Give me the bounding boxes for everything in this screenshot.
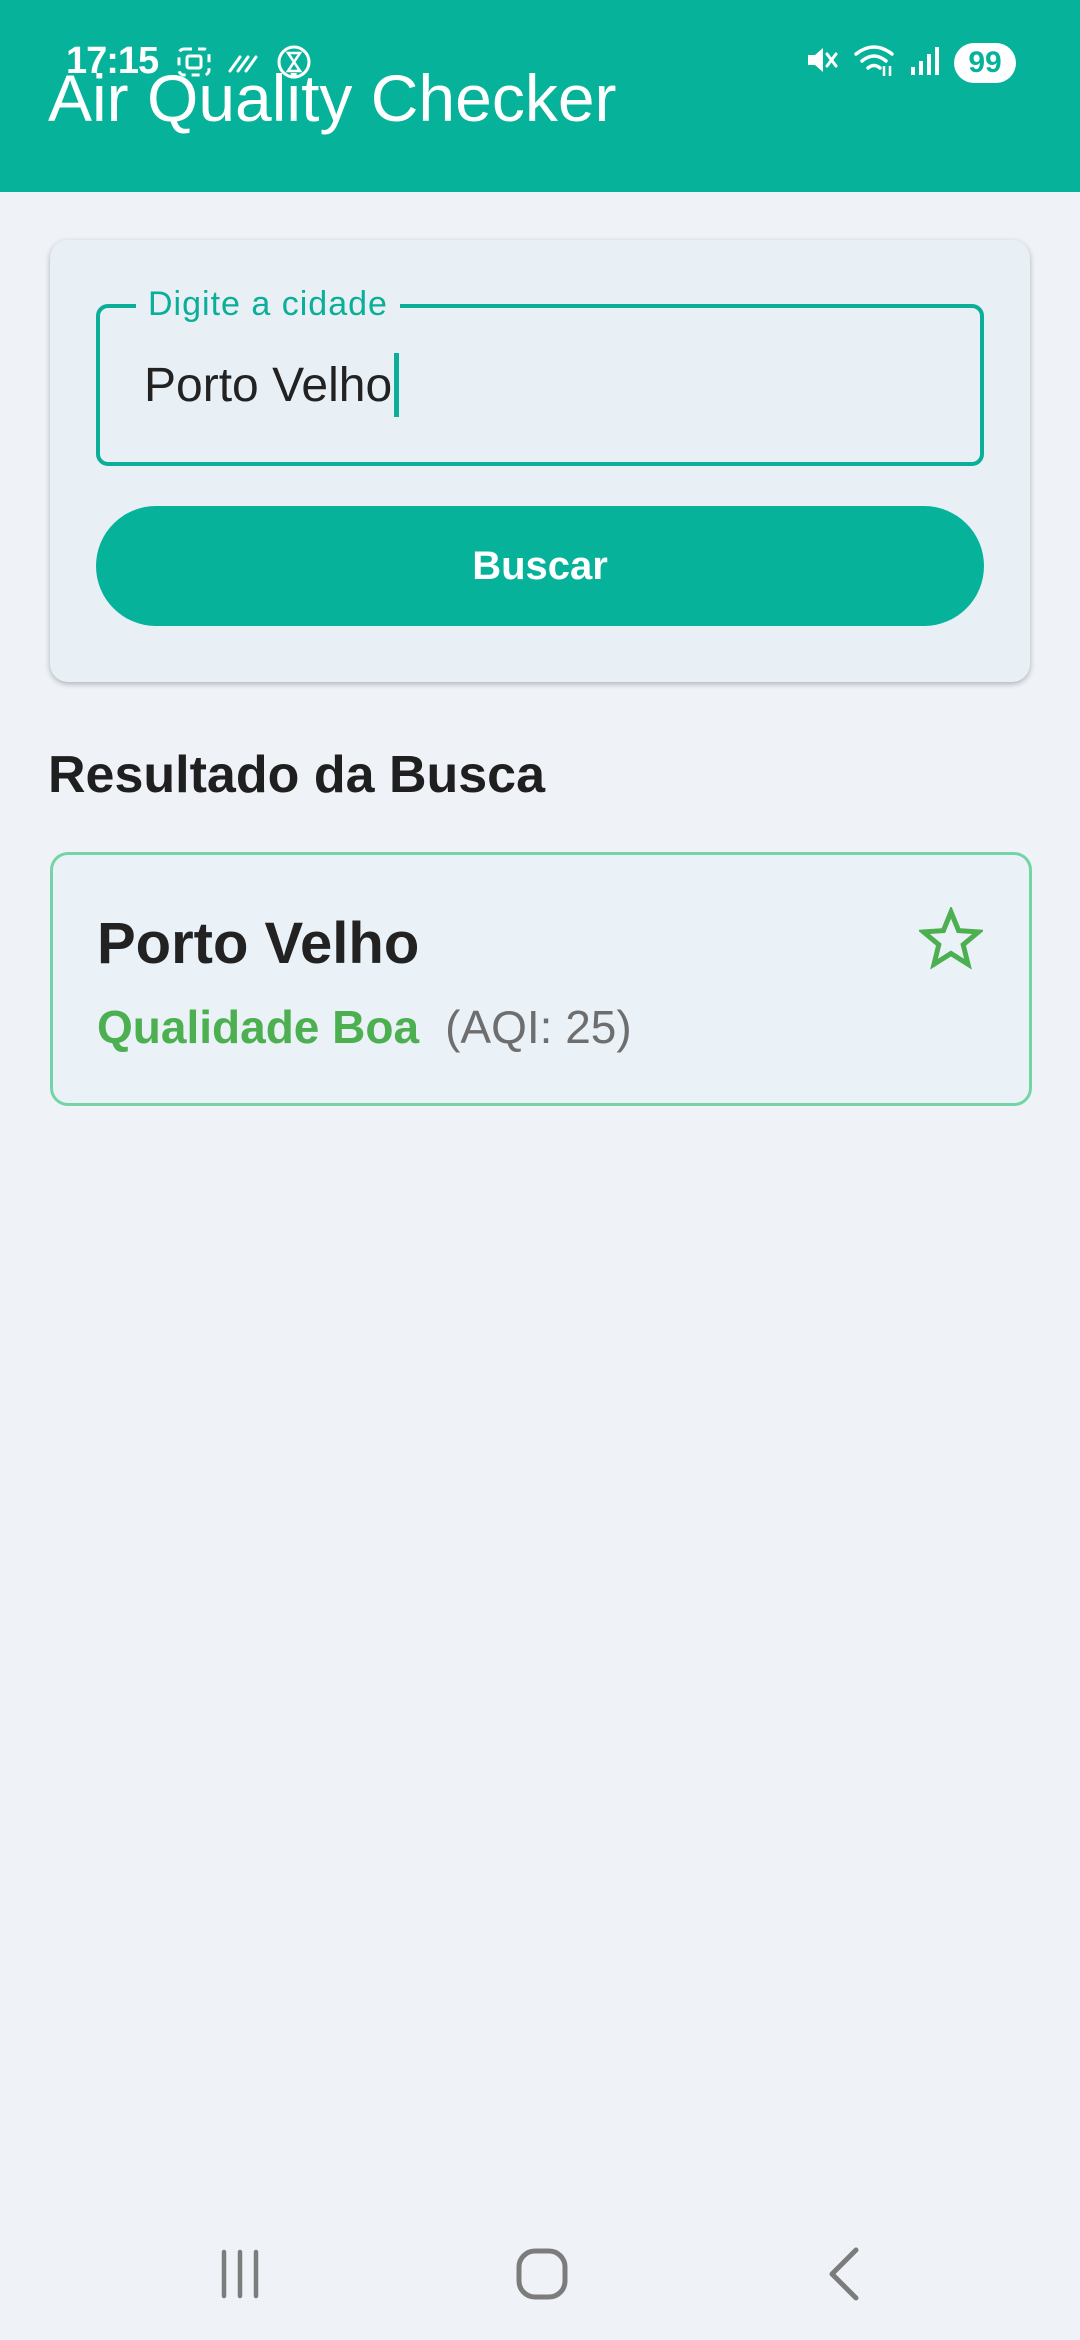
status-notification-icons: [176, 44, 312, 85]
mobile-data-icon: [226, 47, 262, 82]
city-field-value-wrap: Porto Velho: [144, 350, 400, 420]
city-input[interactable]: Porto Velho: [144, 358, 392, 413]
star-outline-icon: [917, 905, 985, 970]
aqi-value: (AQI: 25): [445, 1001, 632, 1053]
status-time: 17:15: [66, 40, 159, 82]
result-city-name: Porto Velho: [97, 911, 420, 976]
back-button[interactable]: [806, 2234, 886, 2314]
app-bar: Air Quality Checker 17:15 99: [0, 0, 1080, 192]
system-nav-bar: [0, 2220, 1080, 2340]
city-text-field[interactable]: Digite a cidade Porto Velho: [96, 282, 984, 466]
result-quality-row: Qualidade Boa (AQI: 25): [97, 997, 632, 1057]
back-icon: [829, 2247, 859, 2301]
search-card: Digite a cidade Porto Velho Buscar: [50, 240, 1030, 682]
result-card[interactable]: Porto Velho Qualidade Boa (AQI: 25): [50, 852, 1032, 1106]
wifi-icon: [852, 42, 896, 83]
search-button[interactable]: Buscar: [96, 506, 984, 626]
air-quality-label: Qualidade Boa: [97, 1001, 420, 1053]
results-section-title: Resultado da Busca: [48, 746, 546, 804]
recent-apps-button[interactable]: [200, 2234, 280, 2314]
home-button[interactable]: [502, 2234, 582, 2314]
city-field-label: Digite a cidade: [136, 282, 400, 326]
signal-icon: [908, 43, 942, 82]
favorite-button[interactable]: [917, 905, 985, 971]
status-system-icons: 99: [804, 42, 1016, 83]
hourglass-icon: [276, 44, 312, 85]
home-icon: [516, 2248, 568, 2300]
battery-indicator: 99: [954, 42, 1016, 83]
recent-apps-icon: [221, 2249, 259, 2299]
text-cursor: [394, 353, 400, 417]
mute-icon: [804, 43, 840, 82]
screenshot-icon: [176, 45, 212, 84]
